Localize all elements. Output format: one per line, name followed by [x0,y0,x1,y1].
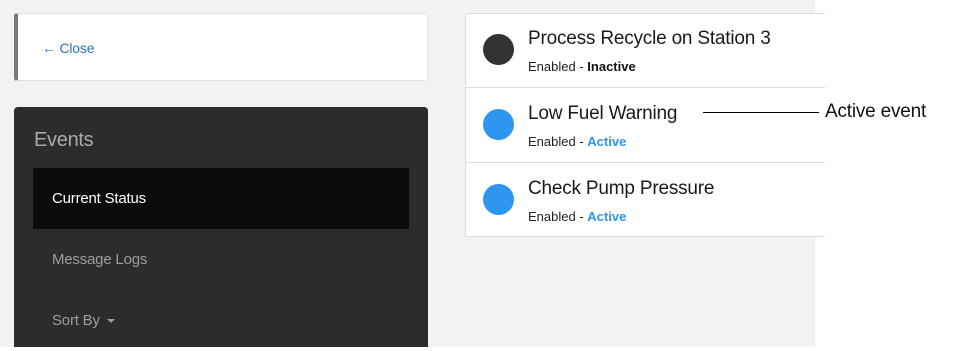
nav-current-status-label: Current Status [52,190,146,207]
event-row[interactable]: Check Pump Pressure Enabled - Active [466,164,825,236]
state-label: Inactive [587,59,636,74]
enabled-label: Enabled [528,134,576,149]
nav-message-logs-label: Message Logs [52,251,148,268]
status-dot-icon [483,109,514,140]
event-list: Process Recycle on Station 3 Enabled - I… [465,13,825,237]
event-row[interactable]: Process Recycle on Station 3 Enabled - I… [466,14,825,88]
enabled-label: Enabled [528,209,576,224]
status-dot-icon [483,34,514,65]
enabled-label: Enabled [528,59,576,74]
event-name: Check Pump Pressure [528,178,715,199]
event-status: Enabled - Active [528,209,626,224]
event-name: Low Fuel Warning [528,103,678,124]
status-separator: - [575,59,588,74]
nav-sort-by-dropdown[interactable]: Sort By [33,290,409,351]
status-separator: - [575,209,588,224]
events-panel: Events Current Status Message Logs Sort … [14,107,428,347]
event-status: Enabled - Active [528,134,626,149]
state-label: Active [587,209,627,224]
close-card: ← Close [14,13,428,81]
status-dot-icon [483,184,514,215]
event-row[interactable]: Low Fuel Warning Enabled - Active [466,89,825,163]
events-title: Events [34,129,94,151]
close-link[interactable]: ← Close [42,40,94,56]
nav-current-status[interactable]: Current Status [33,168,409,229]
nav-message-logs[interactable]: Message Logs [33,229,409,290]
annotation-leader-line [703,112,819,113]
annotation-label: Active event [825,101,927,122]
state-label: Active [587,134,627,149]
nav-sort-by-label: Sort By [52,312,100,329]
status-separator: - [575,134,588,149]
event-name: Process Recycle on Station 3 [528,28,771,49]
caret-down-icon [106,319,115,324]
event-status: Enabled - Inactive [528,59,636,74]
